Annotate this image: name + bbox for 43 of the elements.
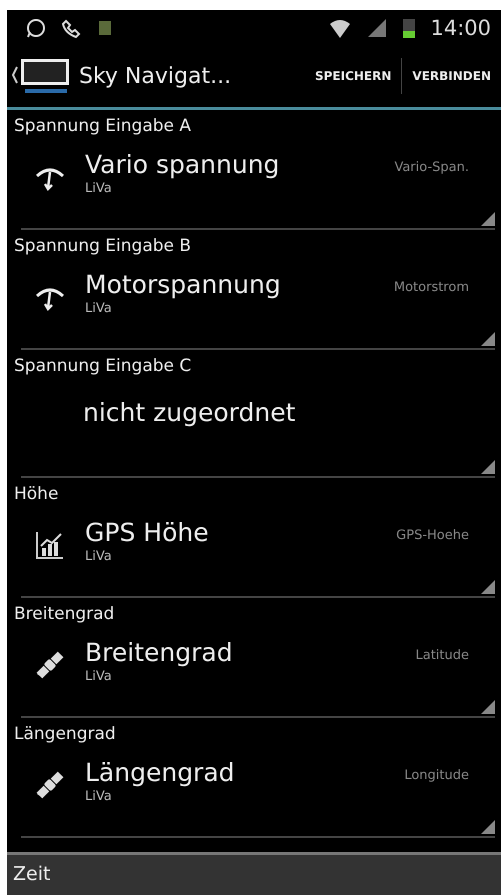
dropdown-corner-icon <box>481 820 495 834</box>
section-header: Breitengrad <box>13 603 116 626</box>
sensor-dropdown[interactable]: Längengrad LiVa Longitude <box>21 746 495 838</box>
sensor-source: LiVa <box>85 669 113 684</box>
section-header: Spannung Eingabe A <box>13 115 192 138</box>
sensor-source: LiVa <box>85 181 113 196</box>
battery-icon <box>402 16 416 38</box>
sensor-name: Motorspannung <box>85 270 282 299</box>
dropdown-corner-icon <box>481 460 495 474</box>
dropdown-corner-icon <box>481 332 495 346</box>
section-header: Längengrad <box>13 723 117 746</box>
sensor-name: Längengrad <box>85 758 236 787</box>
unassigned-label: nicht zugeordnet <box>83 398 296 427</box>
sensor-name: Vario spannung <box>85 150 280 179</box>
sensor-label: Vario-Span. <box>394 160 469 175</box>
signal-icon <box>366 16 388 38</box>
section-header: Höhe <box>13 483 60 506</box>
section-header: Zeit <box>7 852 501 895</box>
sensor-source: LiVa <box>85 549 113 564</box>
sensor-source: LiVa <box>85 301 113 316</box>
dropdown-corner-icon <box>481 580 495 594</box>
sensor-dropdown[interactable]: Breitengrad LiVa Latitude <box>21 626 495 718</box>
action-button[interactable]: VERBINDEN <box>402 56 501 96</box>
sensor-dropdown[interactable]: GPS Höhe LiVa GPS-Hoehe <box>21 506 495 598</box>
sensor-name: Breitengrad <box>85 638 234 667</box>
sensor-name: GPS Höhe <box>85 518 210 547</box>
section-header: Spannung Eingabe B <box>13 235 192 258</box>
app-title: Sky Navigat... <box>79 64 232 88</box>
sensor-label: Latitude <box>415 648 469 663</box>
sensor-label: Longitude <box>404 768 469 783</box>
chat-icon <box>25 16 47 38</box>
sensor-dropdown[interactable]: Vario spannung LiVa Vario-Span. <box>21 138 495 230</box>
sensor-dropdown[interactable]: nicht zugeordnet <box>21 378 495 478</box>
action-button[interactable]: SPEICHERN <box>304 56 402 96</box>
sensor-dropdown[interactable]: Motorspannung LiVa Motorstrom <box>21 258 495 350</box>
sensor-label: GPS-Hoehe <box>396 528 469 543</box>
sensor-source: LiVa <box>85 789 113 804</box>
dropdown-corner-icon <box>481 700 495 714</box>
image-icon <box>97 18 113 36</box>
sensor-label: Motorstrom <box>394 280 469 295</box>
dropdown-corner-icon <box>481 212 495 226</box>
section-header: Spannung Eingabe C <box>13 355 192 378</box>
clock-time: 14:00 <box>430 16 491 40</box>
